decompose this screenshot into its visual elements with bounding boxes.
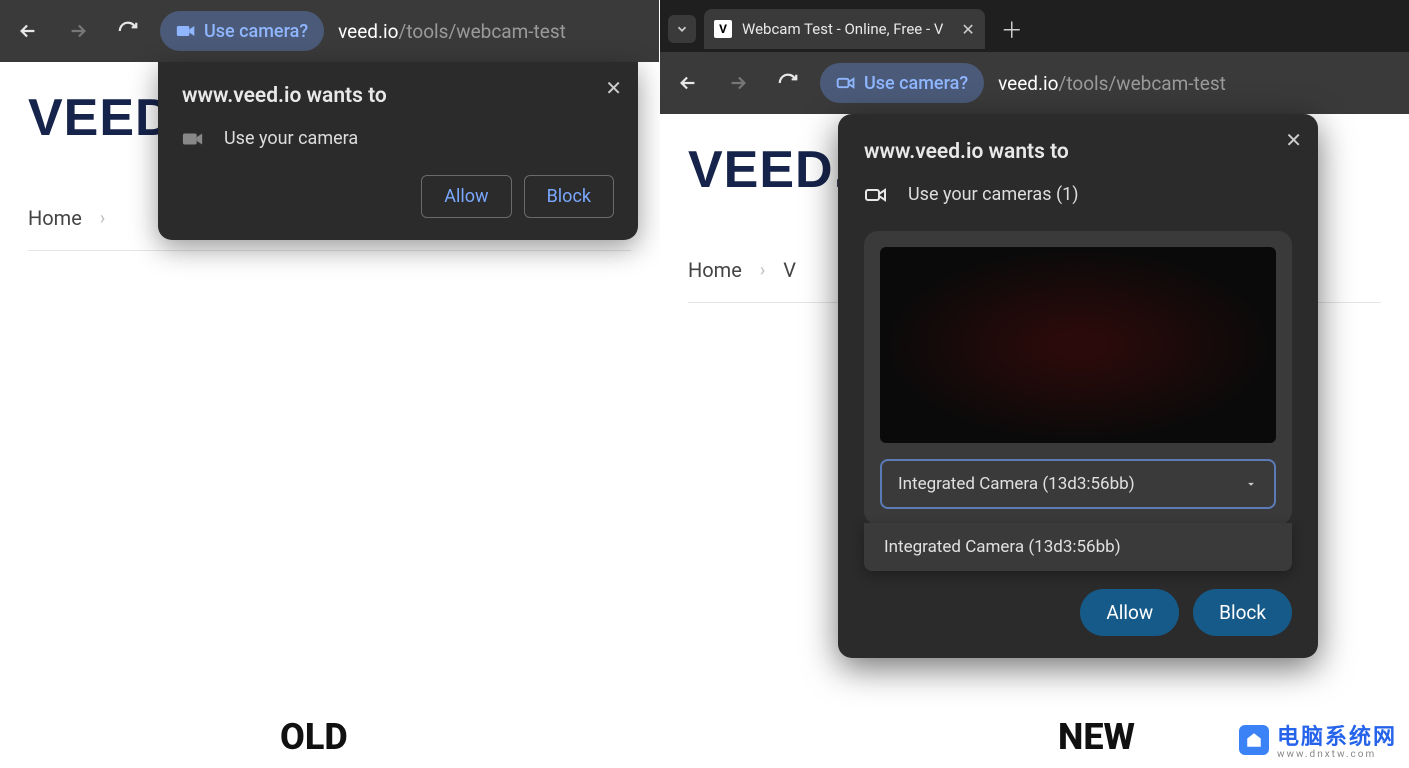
watermark: 电脑系统网 www.dnxtw.com	[1239, 719, 1397, 760]
close-button[interactable]: ✕	[1285, 128, 1302, 152]
tab-strip: V Webcam Test - Online, Free - V ✕ ＋	[660, 0, 1409, 52]
allow-button[interactable]: Allow	[1080, 589, 1179, 636]
chevron-down-icon	[675, 22, 689, 36]
forward-button[interactable]	[720, 65, 756, 101]
camera-option-list: Integrated Camera (13d3:56bb)	[864, 523, 1292, 571]
camera-icon	[864, 186, 888, 204]
browser-tab[interactable]: V Webcam Test - Online, Free - V ✕	[704, 9, 985, 49]
chevron-right-icon: ›	[760, 260, 765, 281]
permission-chip-label: Use camera?	[204, 21, 308, 42]
arrow-left-icon	[17, 20, 39, 42]
watermark-line2: www.dnxtw.com	[1277, 749, 1397, 760]
browser-toolbar: Use camera? veed.io /tools/webcam-test	[660, 52, 1409, 114]
caption-old: OLD	[280, 716, 348, 758]
url-host: veed.io	[998, 72, 1058, 95]
camera-preview	[880, 247, 1276, 443]
reload-button[interactable]	[770, 65, 806, 101]
reload-icon	[777, 72, 799, 94]
permission-label: Use your camera	[224, 128, 358, 149]
caret-down-icon	[1244, 477, 1258, 491]
block-button[interactable]: Block	[1193, 589, 1292, 636]
camera-preview-frame: Integrated Camera (13d3:56bb)	[864, 231, 1292, 525]
chevron-right-icon: ›	[100, 208, 105, 229]
pane-new: V Webcam Test - Online, Free - V ✕ ＋ Use…	[660, 0, 1409, 768]
url-path: /tools/webcam-test	[399, 20, 566, 43]
camera-option[interactable]: Integrated Camera (13d3:56bb)	[884, 537, 1272, 557]
popup-title: www.veed.io wants to	[864, 140, 1292, 164]
camera-select[interactable]: Integrated Camera (13d3:56bb)	[880, 459, 1276, 509]
camera-icon	[182, 131, 204, 147]
arrow-right-icon	[727, 72, 749, 94]
watermark-text: 电脑系统网 www.dnxtw.com	[1277, 719, 1397, 760]
tab-favicon: V	[714, 20, 732, 38]
new-tab-button[interactable]: ＋	[993, 9, 1031, 49]
permission-label: Use your cameras (1)	[908, 184, 1079, 205]
permission-row: Use your camera	[182, 128, 614, 149]
breadcrumb-home[interactable]: Home	[28, 206, 82, 230]
pane-old: Use camera? veed.io /tools/webcam-test V…	[0, 0, 659, 768]
url-path: /tools/webcam-test	[1059, 72, 1226, 95]
breadcrumb-home[interactable]: Home	[688, 258, 742, 282]
url-host: veed.io	[338, 20, 398, 43]
button-row: Allow Block	[864, 589, 1292, 636]
breadcrumb-next[interactable]: V	[783, 258, 796, 282]
back-button[interactable]	[670, 65, 706, 101]
allow-button[interactable]: Allow	[421, 175, 511, 218]
permission-chip-label: Use camera?	[864, 73, 968, 94]
tab-title: Webcam Test - Online, Free - V	[742, 20, 943, 38]
arrow-left-icon	[677, 72, 699, 94]
address-bar[interactable]: veed.io /tools/webcam-test	[338, 20, 566, 43]
browser-toolbar: Use camera? veed.io /tools/webcam-test	[0, 0, 659, 62]
permission-popup-new: ✕ www.veed.io wants to Use your cameras …	[838, 114, 1318, 658]
watermark-line1: 电脑系统网	[1277, 725, 1397, 750]
permission-chip[interactable]: Use camera?	[820, 63, 984, 103]
permission-chip[interactable]: Use camera?	[160, 11, 324, 51]
forward-button[interactable]	[60, 13, 96, 49]
camera-select-value: Integrated Camera (13d3:56bb)	[898, 474, 1135, 494]
block-button[interactable]: Block	[524, 175, 614, 218]
reload-icon	[117, 20, 139, 42]
watermark-icon	[1239, 725, 1269, 755]
permission-row: Use your cameras (1)	[864, 184, 1292, 205]
permission-popup-old: ✕ www.veed.io wants to Use your camera A…	[158, 62, 638, 240]
back-button[interactable]	[10, 13, 46, 49]
caption-new: NEW	[1058, 716, 1135, 758]
close-button[interactable]: ✕	[605, 76, 622, 100]
reload-button[interactable]	[110, 13, 146, 49]
tab-close-button[interactable]: ✕	[961, 20, 974, 39]
tab-search-button[interactable]	[668, 15, 696, 43]
button-row: Allow Block	[182, 175, 614, 218]
arrow-right-icon	[67, 20, 89, 42]
address-bar[interactable]: veed.io /tools/webcam-test	[998, 72, 1226, 95]
camera-icon	[176, 24, 196, 38]
popup-title: www.veed.io wants to	[182, 84, 614, 108]
camera-icon	[836, 76, 856, 90]
